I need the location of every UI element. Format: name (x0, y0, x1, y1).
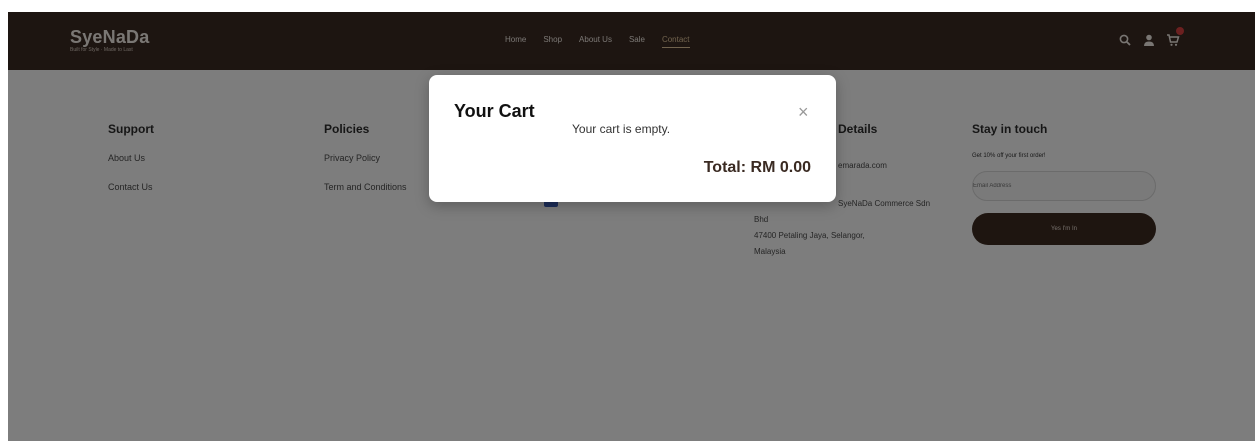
cart-modal: Your Cart × Your cart is empty. Total: R… (429, 75, 836, 202)
cart-modal-title: Your Cart (454, 101, 535, 121)
cart-empty-message: Your cart is empty. (572, 122, 671, 136)
close-icon[interactable]: × (798, 103, 809, 121)
cart-total: Total: RM 0.00 (703, 159, 811, 176)
page-viewport: SyeNaDa Built for Style · Made to Last H… (8, 12, 1255, 441)
